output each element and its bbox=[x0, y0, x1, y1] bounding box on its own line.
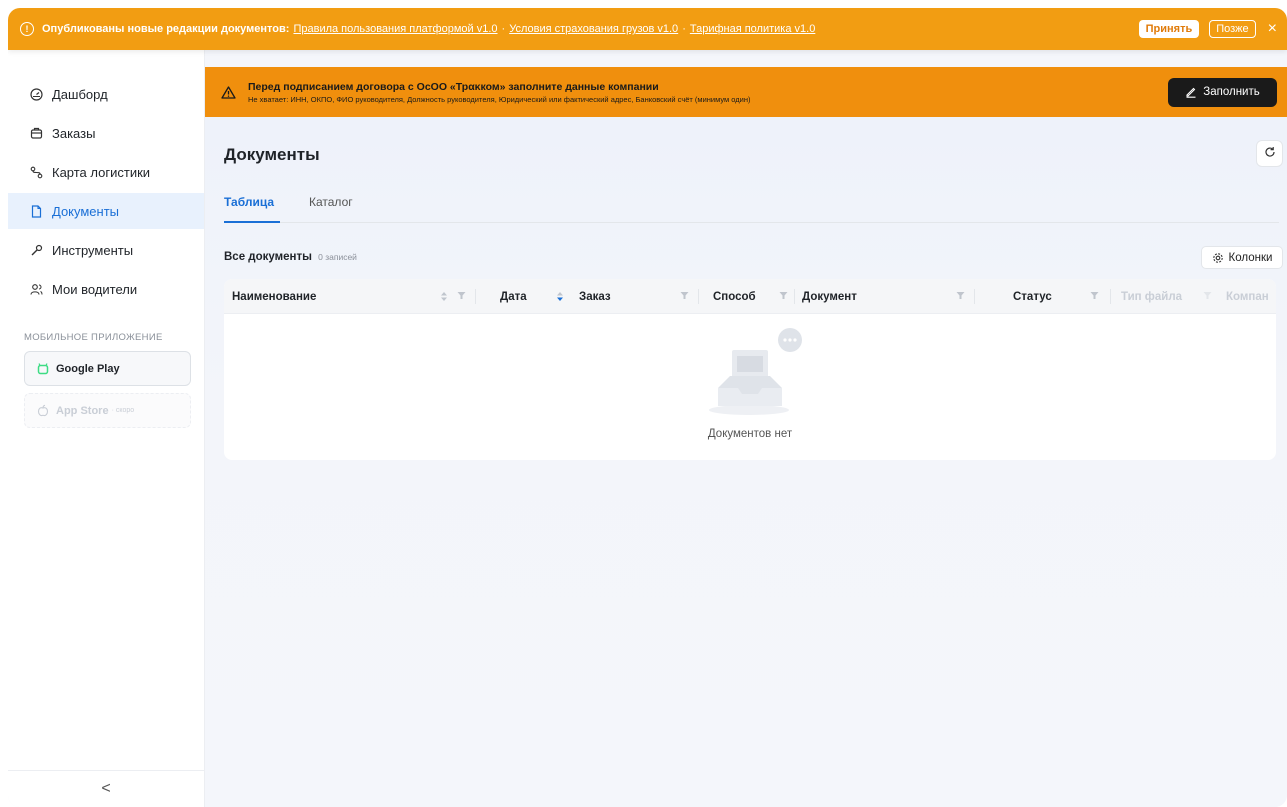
orders-icon bbox=[29, 126, 43, 140]
link-platform-rules[interactable]: Правила пользования платформой v1.0 bbox=[293, 23, 497, 35]
app-store-soon-label: · скоро bbox=[111, 407, 135, 414]
refresh-button[interactable] bbox=[1256, 140, 1283, 167]
warning-title: Перед подписанием договора с ОсОО «Трακк… bbox=[248, 80, 659, 93]
sidebar-item-label: Документы bbox=[52, 203, 120, 219]
sidebar-item-dashboard[interactable]: Дашборд bbox=[8, 76, 204, 112]
empty-state-text: Документов нет bbox=[707, 428, 793, 440]
dashboard-icon bbox=[29, 87, 43, 101]
wrench-icon bbox=[29, 243, 43, 257]
document-tabs: Таблица Каталог bbox=[224, 187, 1279, 223]
info-icon: ! bbox=[20, 22, 34, 36]
android-icon bbox=[37, 362, 49, 375]
link-separator: · bbox=[501, 23, 506, 35]
sidebar-item-label: Инструменты bbox=[52, 242, 134, 258]
users-icon bbox=[29, 282, 43, 296]
sidebar-item-documents[interactable]: Документы bbox=[8, 193, 204, 229]
mobile-app-section-label: МОБИЛЬНОЕ ПРИЛОЖЕНИЕ bbox=[24, 332, 163, 343]
accept-button[interactable]: Принять bbox=[1138, 20, 1200, 38]
filter-icon[interactable] bbox=[1203, 291, 1212, 300]
records-count: 0 записей bbox=[318, 252, 357, 262]
sidebar-item-label: Дашборд bbox=[52, 86, 108, 102]
sidebar-item-label: Заказы bbox=[52, 125, 96, 141]
sidebar-item-logistics-map[interactable]: Карта логистики bbox=[8, 154, 204, 190]
warning-text: Перед подписанием договора с ОсОО «Трακк… bbox=[248, 81, 1168, 104]
filter-icon[interactable] bbox=[680, 291, 689, 300]
columns-button[interactable]: Колонки bbox=[1201, 246, 1283, 269]
sidebar-item-label: Карта логистики bbox=[52, 164, 151, 180]
fill-button-label: Заполнить bbox=[1203, 86, 1260, 98]
tab-catalog[interactable]: Каталог bbox=[309, 195, 353, 209]
empty-state: Документов нет bbox=[224, 314, 1276, 460]
sidebar-item-label: Мои водители bbox=[52, 281, 138, 297]
notification-lead: Опубликованы новые редакции документов: bbox=[42, 23, 290, 35]
column-header-file-type[interactable]: Тип файла bbox=[1121, 279, 1182, 314]
company-data-warning-banner: Перед подписанием договора с ОсОО «Трακк… bbox=[205, 67, 1287, 117]
gear-icon bbox=[1212, 252, 1224, 264]
document-icon bbox=[29, 204, 43, 218]
column-divider bbox=[698, 289, 699, 304]
filter-icon[interactable] bbox=[956, 291, 965, 300]
sidebar-item-tools[interactable]: Инструменты bbox=[8, 232, 204, 268]
table-header: Наименование Дата Заказ Способ Документ … bbox=[224, 279, 1276, 314]
column-header-status[interactable]: Статус bbox=[1013, 279, 1052, 314]
main-content: Документы Таблица Каталог Все документы … bbox=[205, 117, 1287, 807]
columns-button-label: Колонки bbox=[1228, 251, 1273, 264]
warning-details: Не хватает: ИНН, ОКПО, ФИО руководителя,… bbox=[248, 94, 751, 104]
collapse-sidebar-button[interactable]: < bbox=[8, 770, 204, 807]
pencil-icon bbox=[1185, 86, 1197, 98]
route-icon bbox=[29, 165, 43, 179]
app-store-button: App Store · скоро bbox=[24, 393, 191, 428]
all-documents-label: Все документы bbox=[224, 251, 312, 263]
sort-desc-icon[interactable] bbox=[556, 291, 564, 302]
refresh-icon bbox=[1264, 146, 1276, 161]
active-tab-indicator bbox=[224, 221, 280, 223]
google-play-button[interactable]: Google Play bbox=[24, 351, 191, 386]
fill-company-data-button[interactable]: Заполнить bbox=[1168, 77, 1277, 107]
close-icon[interactable]: × bbox=[1268, 21, 1277, 37]
sidebar-item-orders[interactable]: Заказы bbox=[8, 115, 204, 151]
documents-table: Наименование Дата Заказ Способ Документ … bbox=[224, 279, 1276, 460]
warning-icon bbox=[221, 85, 236, 99]
sort-icon[interactable] bbox=[440, 291, 448, 302]
google-play-label: Google Play bbox=[56, 362, 120, 375]
column-divider bbox=[475, 289, 476, 304]
column-header-date[interactable]: Дата bbox=[500, 279, 527, 314]
column-header-method[interactable]: Способ bbox=[713, 279, 756, 314]
sidebar-item-drivers[interactable]: Мои водители bbox=[8, 271, 204, 307]
filter-icon[interactable] bbox=[1090, 291, 1099, 300]
later-button[interactable]: Позже bbox=[1209, 20, 1256, 38]
column-header-name[interactable]: Наименование bbox=[232, 279, 316, 314]
column-header-company[interactable]: Компан bbox=[1226, 279, 1269, 314]
all-documents-heading: Все документы 0 записей bbox=[224, 251, 357, 263]
filter-icon[interactable] bbox=[457, 291, 466, 300]
sidebar: Дашборд Заказы Карта логистики Документы bbox=[8, 8, 205, 807]
column-header-order[interactable]: Заказ bbox=[579, 279, 611, 314]
column-header-document[interactable]: Документ bbox=[802, 279, 857, 314]
chevron-left-icon: < bbox=[101, 780, 111, 797]
link-separator: · bbox=[682, 23, 686, 35]
link-tariff-policy[interactable]: Тарифная политика v1.0 bbox=[690, 23, 815, 35]
page-title: Документы bbox=[224, 145, 320, 164]
link-cargo-insurance[interactable]: Условия страхования грузов v1.0 bbox=[509, 23, 678, 35]
column-divider bbox=[974, 289, 975, 304]
apple-icon bbox=[37, 404, 49, 417]
documents-update-notification: ! Опубликованы новые редакции документов… bbox=[8, 8, 1287, 50]
sidebar-nav: Дашборд Заказы Карта логистики Документы bbox=[8, 76, 204, 310]
app-store-label: App Store bbox=[56, 404, 109, 417]
tab-table[interactable]: Таблица bbox=[224, 195, 274, 209]
column-divider bbox=[1110, 289, 1111, 304]
app-window: Дашборд Заказы Карта логистики Документы bbox=[8, 8, 1287, 807]
filter-icon[interactable] bbox=[779, 291, 788, 300]
column-divider bbox=[794, 289, 795, 304]
empty-inbox-illustration bbox=[709, 328, 802, 415]
